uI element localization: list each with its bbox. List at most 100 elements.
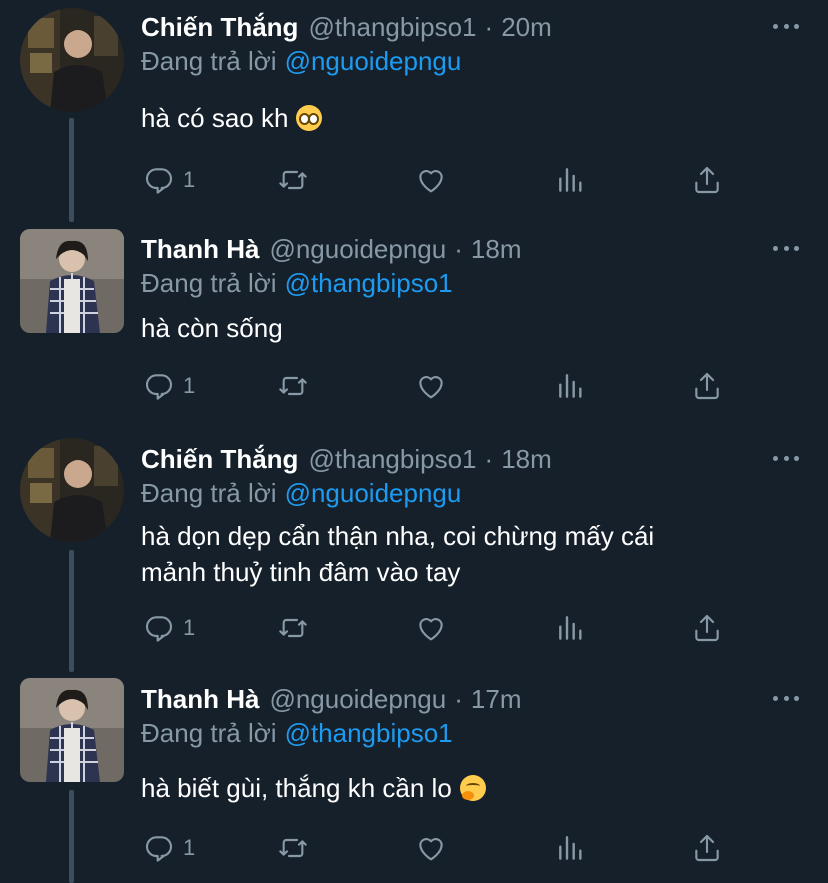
timestamp[interactable]: 18m xyxy=(501,444,552,475)
pleading-face-icon xyxy=(296,105,323,131)
reply-icon xyxy=(145,836,173,862)
analytics-button[interactable] xyxy=(555,368,587,404)
mention-link[interactable]: @thangbipso1 xyxy=(285,268,453,298)
avatar-photo-icon xyxy=(20,229,124,333)
face-with-hand-over-mouth-icon xyxy=(459,775,486,801)
analytics-button[interactable] xyxy=(555,610,587,646)
avatar[interactable] xyxy=(20,438,124,542)
thread-connector xyxy=(69,118,74,222)
reply-button[interactable]: 1 xyxy=(143,610,195,646)
action-bar: 1 xyxy=(141,830,741,866)
retweet-button[interactable] xyxy=(277,830,309,866)
tweet-text: hà dọn dẹp cẩn thận nha, coi chừng mấy c… xyxy=(141,518,781,590)
reply-button[interactable]: 1 xyxy=(143,368,195,404)
replying-to: Đang trả lời @nguoidepngu xyxy=(141,46,461,77)
tweet-header: Thanh Hà @nguoidepngu · 18m xyxy=(141,232,521,266)
more-icon[interactable] xyxy=(773,454,799,462)
share-button[interactable] xyxy=(691,610,723,646)
retweet-icon xyxy=(279,376,307,396)
separator: · xyxy=(454,683,463,714)
author-handle[interactable]: @thangbipso1 xyxy=(308,12,476,43)
tweet-header: Chiến Thắng @thangbipso1 · 18m xyxy=(141,442,552,476)
tweet-text: hà còn sống xyxy=(141,310,781,346)
thread-connector xyxy=(69,790,74,883)
tweet-text-line: hà còn sống xyxy=(141,313,283,343)
author-handle[interactable]: @thangbipso1 xyxy=(308,444,476,475)
author-name[interactable]: Thanh Hà xyxy=(141,684,259,715)
author-name[interactable]: Thanh Hà xyxy=(141,234,259,265)
replying-to: Đang trả lời @nguoidepngu xyxy=(141,478,461,509)
avatar-photo-icon xyxy=(20,8,124,112)
tweet[interactable]: Chiến Thắng @thangbipso1 · 20m Đang trả … xyxy=(0,0,828,222)
tweet-header: Chiến Thắng @thangbipso1 · 20m xyxy=(141,10,552,44)
reply-icon xyxy=(145,168,173,194)
reply-icon xyxy=(145,374,173,400)
retweet-icon xyxy=(279,170,307,190)
timestamp[interactable]: 20m xyxy=(501,12,552,43)
share-button[interactable] xyxy=(691,162,723,198)
mention-link[interactable]: @nguoidepngu xyxy=(285,46,462,76)
like-button[interactable] xyxy=(415,162,447,198)
avatar-photo-icon xyxy=(20,678,124,782)
share-button[interactable] xyxy=(691,830,723,866)
tweet-text-line: mảnh thuỷ tinh đâm vào tay xyxy=(141,557,461,587)
analytics-button[interactable] xyxy=(555,830,587,866)
reply-count: 1 xyxy=(183,615,196,640)
author-name[interactable]: Chiến Thắng xyxy=(141,444,298,475)
replying-to: Đang trả lời @thangbipso1 xyxy=(141,268,453,299)
timestamp[interactable]: 18m xyxy=(471,234,522,265)
timestamp[interactable]: 17m xyxy=(471,684,522,715)
like-button[interactable] xyxy=(415,830,447,866)
tweet[interactable]: Chiến Thắng @thangbipso1 · 18m Đang trả … xyxy=(0,432,828,672)
retweet-button[interactable] xyxy=(277,610,309,646)
mention-link[interactable]: @nguoidepngu xyxy=(285,478,462,508)
replying-to-label: Đang trả lời xyxy=(141,46,277,76)
author-handle[interactable]: @nguoidepngu xyxy=(269,234,446,265)
reply-icon xyxy=(145,616,173,642)
author-handle[interactable]: @nguoidepngu xyxy=(269,684,446,715)
reply-count: 1 xyxy=(183,835,196,860)
conversation-thread: Chiến Thắng @thangbipso1 · 20m Đang trả … xyxy=(0,0,828,883)
analytics-button[interactable] xyxy=(555,162,587,198)
replying-to: Đang trả lời @thangbipso1 xyxy=(141,718,453,749)
avatar[interactable] xyxy=(20,8,124,112)
heart-icon xyxy=(419,170,443,193)
like-button[interactable] xyxy=(415,368,447,404)
more-icon[interactable] xyxy=(773,244,799,252)
avatar[interactable] xyxy=(20,678,124,782)
share-button[interactable] xyxy=(691,368,723,404)
action-bar: 1 xyxy=(141,162,741,198)
retweet-icon xyxy=(279,838,307,858)
tweet-text-line: hà dọn dẹp cẩn thận nha, coi chừng mấy c… xyxy=(141,521,655,551)
reply-count: 1 xyxy=(183,167,196,192)
more-icon[interactable] xyxy=(773,694,799,702)
retweet-button[interactable] xyxy=(277,162,309,198)
tweet-header: Thanh Hà @nguoidepngu · 17m xyxy=(141,682,521,716)
avatar-photo-icon xyxy=(20,438,124,542)
heart-icon xyxy=(419,618,443,641)
replying-to-label: Đang trả lời xyxy=(141,268,277,298)
tweet-text: hà biết gùi, thắng kh cần lo xyxy=(141,770,781,806)
avatar[interactable] xyxy=(20,229,124,333)
separator: · xyxy=(484,11,494,42)
author-name[interactable]: Chiến Thắng xyxy=(141,12,298,43)
like-button[interactable] xyxy=(415,610,447,646)
tweet[interactable]: Thanh Hà @nguoidepngu · 17m Đang trả lời… xyxy=(0,672,828,883)
more-icon[interactable] xyxy=(773,22,799,30)
action-bar: 1 xyxy=(141,368,741,404)
tweet[interactable]: Thanh Hà @nguoidepngu · 18m Đang trả lời… xyxy=(0,222,828,432)
reply-count: 1 xyxy=(183,373,196,398)
reply-button[interactable]: 1 xyxy=(143,162,195,198)
retweet-button[interactable] xyxy=(277,368,309,404)
analytics-icon xyxy=(559,168,582,192)
share-icon xyxy=(695,166,719,194)
share-icon xyxy=(695,614,719,642)
tweet-text-line: hà biết gùi, thắng kh cần lo xyxy=(141,773,452,803)
mention-link[interactable]: @thangbipso1 xyxy=(285,718,453,748)
separator: · xyxy=(454,233,463,264)
heart-icon xyxy=(419,838,443,861)
reply-button[interactable]: 1 xyxy=(143,830,195,866)
separator: · xyxy=(484,443,494,474)
analytics-icon xyxy=(559,836,582,860)
share-icon xyxy=(695,834,719,862)
